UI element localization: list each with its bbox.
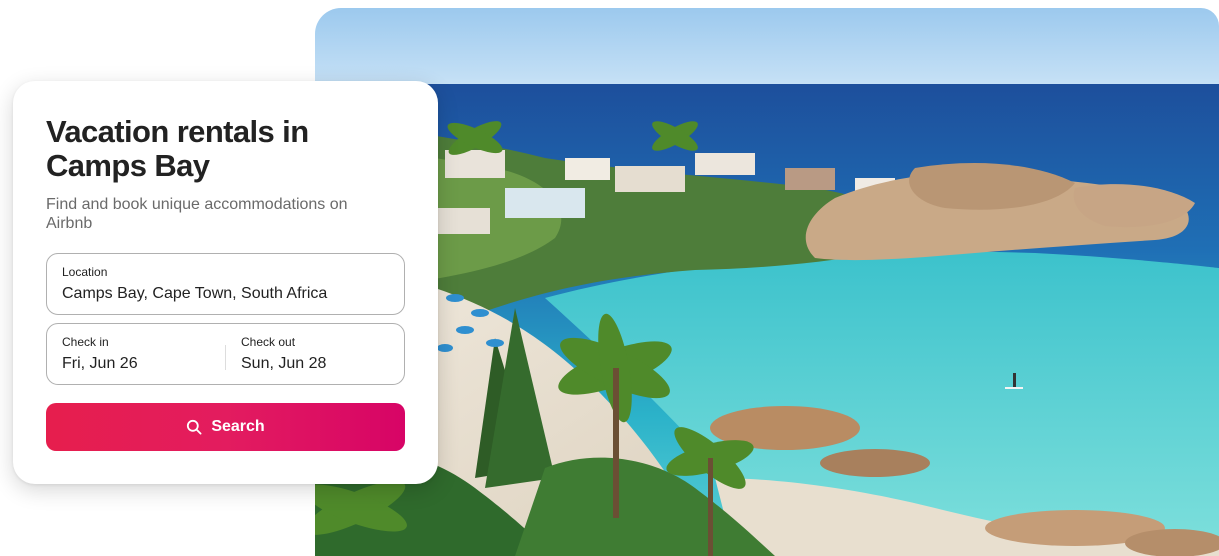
- location-label: Location: [62, 265, 108, 279]
- checkout-value[interactable]: Sun, Jun 28: [241, 354, 389, 374]
- search-card: Vacation rentals in Camps Bay Find and b…: [13, 81, 438, 484]
- search-button[interactable]: Search: [46, 403, 405, 451]
- checkin-label: Check in: [62, 335, 109, 349]
- page: Vacation rentals in Camps Bay Find and b…: [0, 0, 1219, 556]
- search-button-label: Search: [211, 418, 265, 435]
- checkout-field[interactable]: Check out Sun, Jun 28: [226, 324, 404, 384]
- page-subtitle: Find and book unique accommodations on A…: [46, 196, 348, 232]
- checkin-field[interactable]: Check in Fri, Jun 26: [47, 324, 225, 384]
- checkin-value[interactable]: Fri, Jun 26: [62, 354, 210, 374]
- checkout-label: Check out: [241, 335, 296, 349]
- location-field[interactable]: Location Camps Bay, Cape Town, South Afr…: [46, 253, 405, 315]
- hero-photo: [315, 8, 1219, 556]
- beach-photo-illustration: [315, 8, 1219, 556]
- page-title: Vacation rentals in Camps Bay: [46, 114, 309, 183]
- date-range-field: Check in Fri, Jun 26 Check out Sun, Jun …: [46, 323, 405, 385]
- search-icon: [187, 419, 202, 435]
- location-input[interactable]: Camps Bay, Cape Town, South Africa: [62, 284, 389, 304]
